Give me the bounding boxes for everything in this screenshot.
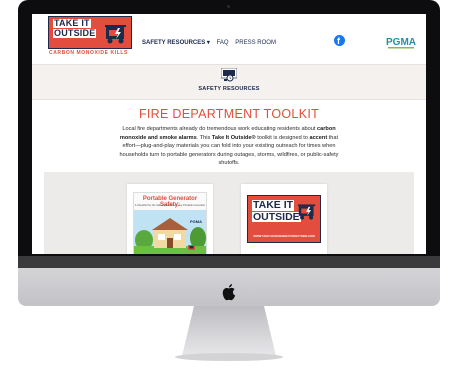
site-header: TAKE IT OUTSIDE CARBON MONOXIDE KILLS SA…	[32, 14, 426, 64]
booklet-subtitle: A Checklist for the Safe Operation of yo…	[134, 204, 206, 207]
take-it-outside-logo: TAKE IT OUTSIDE WWW.TAKEYOURGENERATOROUT…	[247, 195, 321, 243]
apple-logo-icon	[222, 284, 236, 301]
booklet-pgma-badge: PGMA	[190, 219, 202, 224]
pgma-logo[interactable]: PGMA	[386, 34, 416, 50]
imac-chin	[18, 256, 440, 306]
intro-text: . This	[196, 134, 212, 141]
website-url: WWW.TAKEYOURGENERATOROUTSIDE.COM	[253, 234, 315, 238]
card-take-it-outside-logo[interactable]: TAKE IT OUTSIDE WWW.TAKEYOURGENERATOROUT…	[241, 184, 327, 254]
nav-press-room[interactable]: PRESS ROOM	[235, 40, 276, 46]
generator-icon	[105, 25, 126, 44]
nav-faq[interactable]: FAQ	[217, 40, 229, 46]
logo-tagline: CARBON MONOXIDE KILLS	[49, 50, 128, 56]
kit-logo-line-2: OUTSIDE	[252, 210, 301, 223]
page-title: FIRE DEPARTMENT TOOLKIT	[138, 107, 320, 121]
main-nav: SAFETY RESOURCES ▾ FAQ PRESS ROOM	[142, 39, 281, 46]
intro-bold: accent	[309, 134, 328, 141]
house-illustration	[134, 210, 206, 254]
section-label: SAFETY RESOURCES	[198, 86, 260, 92]
intro-text: toolkit is designed to	[255, 134, 310, 141]
camera	[227, 5, 230, 8]
intro-paragraph: Local fire departments already do tremen…	[116, 125, 342, 168]
imac-monitor: TAKE IT OUTSIDE CARBON MONOXIDE KILLS SA…	[18, 0, 440, 284]
safety-resources-bar: SAFETY RESOURCES	[32, 64, 426, 100]
facebook-icon[interactable]: f	[334, 35, 345, 46]
booklet-cover: Portable Generator Safety: A Checklist f…	[133, 192, 207, 254]
pgma-logo-text: PGMA	[386, 37, 416, 48]
logo-line-2: OUTSIDE	[53, 28, 97, 38]
intro-bold: Take It Outside®	[211, 134, 256, 141]
logo-line-1: TAKE IT	[53, 18, 91, 28]
kit-logo-line-1: TAKE IT	[252, 199, 295, 211]
take-it-outside-logo[interactable]: TAKE IT OUTSIDE	[48, 16, 132, 49]
resource-cards-section	[44, 172, 414, 254]
nav-safety-resources[interactable]: SAFETY RESOURCES ▾	[142, 40, 210, 46]
imac-stand	[175, 306, 283, 361]
browser-screen: TAKE IT OUTSIDE CARBON MONOXIDE KILLS SA…	[32, 14, 426, 254]
generator-icon	[298, 204, 316, 220]
generator-icon	[221, 68, 237, 82]
intro-text: Local fire departments already do tremen…	[122, 126, 317, 132]
card-generator-safety-checklist[interactable]: Portable Generator Safety: A Checklist f…	[127, 184, 213, 254]
